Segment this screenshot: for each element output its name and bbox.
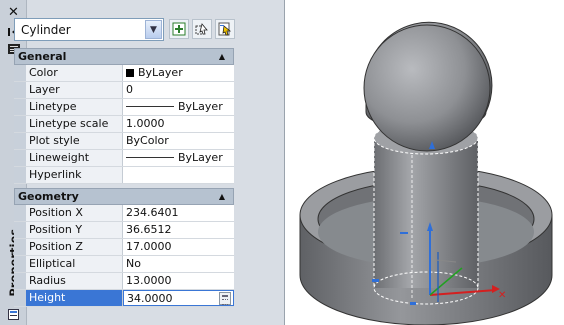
radius-grip-icon[interactable] <box>372 279 379 282</box>
collapse-caret-icon[interactable]: ▲ <box>219 49 225 64</box>
property-value[interactable]: 0 <box>123 82 234 98</box>
property-name: Linetype scale <box>26 116 123 132</box>
property-value[interactable]: 13.0000 <box>123 273 234 289</box>
property-value[interactable]: 36.6512 <box>123 222 234 238</box>
toggle-pickadd-icon[interactable] <box>169 19 189 39</box>
property-grid: General ▲ Color ByLayer Layer 0 Linetype By… <box>14 48 234 307</box>
property-value[interactable]: No <box>123 256 234 272</box>
category-geometry[interactable]: Geometry ▲ <box>14 188 234 205</box>
property-name: Color <box>26 65 123 81</box>
property-name: Plot style <box>26 133 123 149</box>
property-row-hyperlink[interactable]: Hyperlink <box>14 167 234 184</box>
property-value[interactable]: 234.6401 <box>123 205 234 221</box>
calculator-icon[interactable] <box>219 292 231 305</box>
select-objects-icon[interactable] <box>192 19 212 39</box>
property-row-position-z[interactable]: Position Z 17.0000 <box>14 239 234 256</box>
chevron-down-icon[interactable]: ▼ <box>145 20 162 39</box>
svg-text:✕: ✕ <box>498 290 506 301</box>
property-row-linetype[interactable]: Linetype ByLayer <box>14 99 234 116</box>
property-name: Elliptical <box>26 256 123 272</box>
category-general-label: General <box>18 50 67 63</box>
property-value[interactable]: ByLayer <box>123 99 234 115</box>
quick-select-icon[interactable] <box>215 19 235 39</box>
collapse-caret-icon[interactable]: ▲ <box>219 189 225 204</box>
lineweight-preview-icon <box>126 157 174 158</box>
object-type-dropdown[interactable]: Cylinder ▼ <box>14 18 164 41</box>
property-row-lineweight[interactable]: Lineweight ByLayer <box>14 150 234 167</box>
property-name: Position Y <box>26 222 123 238</box>
sphere[interactable] <box>363 21 493 152</box>
property-value[interactable]: ByLayer <box>123 65 234 81</box>
property-name: Position Z <box>26 239 123 255</box>
property-row-plot-style[interactable]: Plot style ByColor <box>14 133 234 150</box>
property-name: Height <box>26 290 123 306</box>
property-row-color[interactable]: Color ByLayer <box>14 65 234 82</box>
property-row-linetype-scale[interactable]: Linetype scale 1.0000 <box>14 116 234 133</box>
property-name: Position X <box>26 205 123 221</box>
object-type-value: Cylinder <box>21 23 71 37</box>
property-value[interactable] <box>123 167 234 183</box>
model-viewport[interactable]: ✕ <box>286 0 564 325</box>
properties-footer-icon[interactable] <box>6 307 21 321</box>
category-general[interactable]: General ▲ <box>14 48 234 65</box>
category-geometry-label: Geometry <box>18 190 79 203</box>
property-row-position-x[interactable]: Position X 234.6401 <box>14 205 234 222</box>
color-swatch-icon <box>126 69 134 77</box>
property-row-elliptical[interactable]: Elliptical No <box>14 256 234 273</box>
property-value[interactable]: 1.0000 <box>123 116 234 132</box>
linetype-preview-icon <box>126 106 174 107</box>
radius-grip-icon[interactable] <box>410 302 416 305</box>
property-name: Lineweight <box>26 150 123 166</box>
property-value[interactable]: ByColor <box>123 133 234 149</box>
property-row-radius[interactable]: Radius 13.0000 <box>14 273 234 290</box>
property-name: Linetype <box>26 99 123 115</box>
property-name: Hyperlink <box>26 167 123 183</box>
property-name: Radius <box>26 273 123 289</box>
object-selector-bar: Cylinder ▼ <box>14 18 235 44</box>
property-name: Layer <box>26 82 123 98</box>
property-row-height[interactable]: Height 34.0000 <box>14 290 234 307</box>
property-row-layer[interactable]: Layer 0 <box>14 82 234 99</box>
height-input[interactable]: 34.0000 <box>123 290 234 306</box>
property-row-position-y[interactable]: Position Y 36.6512 <box>14 222 234 239</box>
property-value[interactable]: 17.0000 <box>123 239 234 255</box>
properties-palette: ✕ Properties Cylinder ▼ General ▲ <box>0 0 285 325</box>
close-icon[interactable]: ✕ <box>6 5 21 20</box>
property-value[interactable]: ByLayer <box>123 150 234 166</box>
